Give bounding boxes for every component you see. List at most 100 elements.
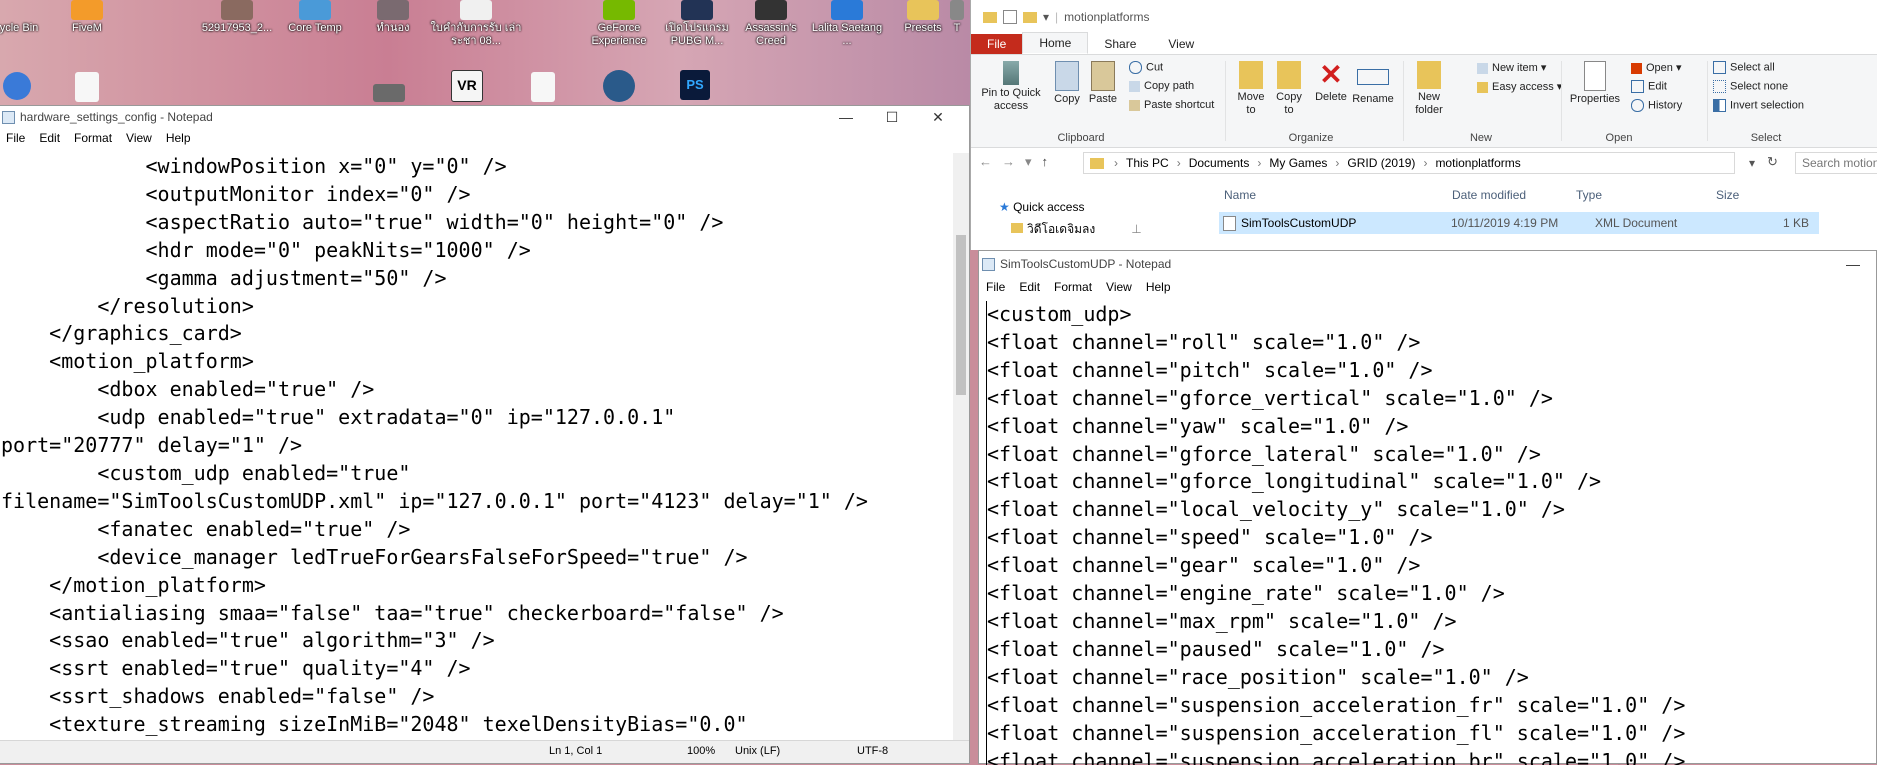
notepad-window-right: SimToolsCustomUDP - Notepad — File Edit … [978, 250, 1877, 764]
desktop-icon[interactable]: 52917953_2... [200, 0, 274, 35]
tab-file[interactable]: File [971, 34, 1022, 54]
up-icon[interactable]: ↑ [1042, 154, 1059, 169]
desktop-icon[interactable]: Core Temp [278, 0, 352, 35]
edit-button[interactable]: Edit [1631, 80, 1667, 93]
desktop-icon[interactable]: GeForce Experience [582, 0, 656, 48]
recycle-bin-icon [3, 0, 35, 20]
tab-view[interactable]: View [1152, 34, 1210, 54]
quick-access-item[interactable]: ★ Quick access [999, 200, 1142, 214]
breadcrumb-documents[interactable]: Documents [1185, 156, 1254, 170]
menu-edit[interactable]: Edit [32, 131, 67, 145]
desktop-icon[interactable] [582, 70, 656, 104]
text-editor[interactable]: <windowPosition x="0" y="0" /> <outputMo… [1, 153, 953, 739]
rename-button[interactable]: Rename [1351, 61, 1395, 106]
breadcrumb-motionplatforms[interactable]: motionplatforms [1431, 156, 1524, 170]
file-icon [75, 72, 99, 102]
encoding: UTF-8 [857, 745, 888, 757]
history-button[interactable]: History [1631, 99, 1682, 112]
desktop-icon[interactable] [352, 84, 426, 104]
text-editor[interactable]: <custom_udp><float channel="roll" scale=… [986, 301, 1877, 765]
vertical-scrollbar[interactable] [953, 153, 969, 743]
select-none-button[interactable]: Select none [1713, 80, 1788, 93]
move-to-button[interactable]: Move to [1233, 61, 1269, 117]
title-bar: ▾ | motionplatforms [971, 0, 1877, 34]
cut-button[interactable]: Cut [1129, 61, 1163, 74]
column-type[interactable]: Type [1576, 188, 1602, 202]
select-all-button[interactable]: Select all [1713, 61, 1775, 74]
properties-icon[interactable] [1003, 10, 1017, 24]
title-bar: SimToolsCustomUDP - Notepad — [979, 251, 1876, 277]
menu-help[interactable]: Help [1139, 280, 1178, 294]
group-clipboard: Clipboard [1021, 132, 1141, 144]
chevron-down-icon[interactable]: ▾ [1749, 156, 1755, 170]
minimize-icon[interactable]: — [823, 109, 869, 126]
copy-to-button[interactable]: Copy to [1271, 61, 1307, 117]
tab-share[interactable]: Share [1088, 34, 1152, 54]
desktop-icon[interactable]: ycle Bin [0, 0, 56, 35]
copy-icon [1055, 61, 1079, 91]
copy-path-button[interactable]: Copy path [1129, 80, 1194, 92]
open-button[interactable]: Open ▾ [1631, 61, 1682, 74]
menu-edit[interactable]: Edit [1012, 280, 1047, 294]
invert-selection-button[interactable]: Invert selection [1713, 99, 1804, 112]
column-size[interactable]: Size [1716, 188, 1739, 202]
breadcrumb-this-pc[interactable]: This PC [1122, 156, 1173, 170]
scrollbar-thumb[interactable] [956, 235, 966, 395]
desktop-icon[interactable]: เปิดโปรแกรม PUBG M... [660, 0, 734, 48]
desktop-icon[interactable]: Lalita Saetang ... [810, 0, 884, 48]
text-line: <custom_udp> [987, 301, 1877, 329]
menu-format[interactable]: Format [67, 131, 119, 145]
menu-format[interactable]: Format [1047, 280, 1099, 294]
new-item-button[interactable]: New item ▾ [1477, 61, 1546, 74]
navigation-arrows[interactable]: ←→▾↑ [979, 154, 1058, 170]
pin-quick-access-button[interactable]: Pin to Quick access [977, 61, 1045, 113]
paste-shortcut-button[interactable]: Paste shortcut [1129, 99, 1214, 111]
desktop-icon[interactable]: ใบคำกับการรับ เล่าระชา 08... [430, 0, 522, 48]
menu-file[interactable]: File [0, 131, 32, 145]
chevron-down-icon[interactable]: ▾ [1043, 10, 1049, 24]
copy-button[interactable]: Copy [1049, 61, 1085, 106]
menu-file[interactable]: File [979, 280, 1012, 294]
properties-button[interactable]: Properties [1567, 61, 1623, 106]
delete-button[interactable]: ✕Delete [1311, 61, 1351, 104]
file-row[interactable]: SimToolsCustomUDP 10/11/2019 4:19 PM XML… [1219, 212, 1819, 234]
search-input[interactable]: Search motion [1795, 152, 1877, 174]
column-name[interactable]: Name [1224, 188, 1256, 202]
close-icon[interactable]: ✕ [915, 109, 961, 126]
new-folder-icon[interactable] [1023, 12, 1037, 23]
easy-access-button[interactable]: Easy access ▾ [1477, 80, 1562, 93]
address-bar[interactable]: › This PC › Documents › My Games › GRID … [1083, 152, 1735, 174]
minimize-icon[interactable]: — [1830, 256, 1876, 272]
breadcrumb-grid[interactable]: GRID (2019) [1343, 156, 1419, 170]
desktop-icon[interactable] [0, 72, 54, 102]
desktop-icon[interactable] [506, 72, 580, 104]
maximize-icon[interactable]: ☐ [869, 109, 915, 126]
group-new: New [1451, 132, 1511, 144]
cursor-position: Ln 1, Col 1 [549, 745, 602, 757]
desktop-icon[interactable]: FiveM [50, 0, 124, 35]
desktop-icon[interactable] [50, 72, 124, 104]
psd-icon [681, 0, 713, 20]
text-line: <device_manager ledTrueForGearsFalseForS… [1, 544, 953, 572]
desktop-icon[interactable]: PS [658, 70, 732, 102]
edit-icon [1631, 80, 1644, 93]
menu-help[interactable]: Help [159, 131, 198, 145]
new-folder-button[interactable]: New folder [1409, 61, 1449, 117]
tab-home[interactable]: Home [1022, 32, 1088, 54]
desktop-icon[interactable]: VR [430, 70, 504, 104]
select-all-icon [1713, 61, 1726, 74]
desktop-icon[interactable]: T [945, 0, 969, 35]
column-date-modified[interactable]: Date modified [1452, 188, 1526, 202]
fivem-icon [71, 0, 103, 20]
tree-item[interactable]: วิดีโอเดจิมลง⊥ [1011, 220, 1142, 239]
desktop-icon[interactable]: ทำนอง [356, 0, 430, 35]
menu-view[interactable]: View [119, 131, 159, 145]
refresh-icon[interactable]: ↻ [1767, 154, 1778, 170]
desktop-icon[interactable]: Assassin's Creed [734, 0, 808, 48]
menu-view[interactable]: View [1099, 280, 1139, 294]
text-line: <float channel="max_rpm" scale="1.0" /> [987, 608, 1877, 636]
breadcrumb-my-games[interactable]: My Games [1265, 156, 1331, 170]
text-line: <float channel="engine_rate" scale="1.0"… [987, 580, 1877, 608]
group-open: Open [1579, 132, 1659, 144]
paste-button[interactable]: Paste [1085, 61, 1121, 106]
